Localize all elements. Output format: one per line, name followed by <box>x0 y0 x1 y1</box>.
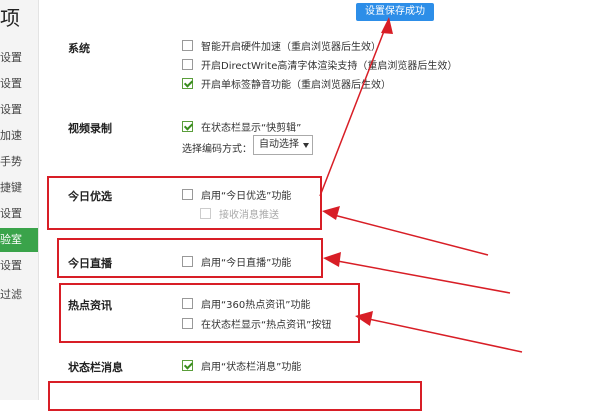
arrow-head <box>323 252 341 267</box>
arrow-to-hot-news <box>363 317 523 353</box>
annotation-arrows <box>319 17 523 353</box>
arrow-head <box>381 17 393 34</box>
arrow-head <box>355 311 373 326</box>
arrow-head <box>322 206 340 220</box>
arrow-to-today-pick <box>329 213 489 256</box>
arrow-to-today-live <box>331 259 511 294</box>
arrow-to-toast <box>319 25 387 197</box>
